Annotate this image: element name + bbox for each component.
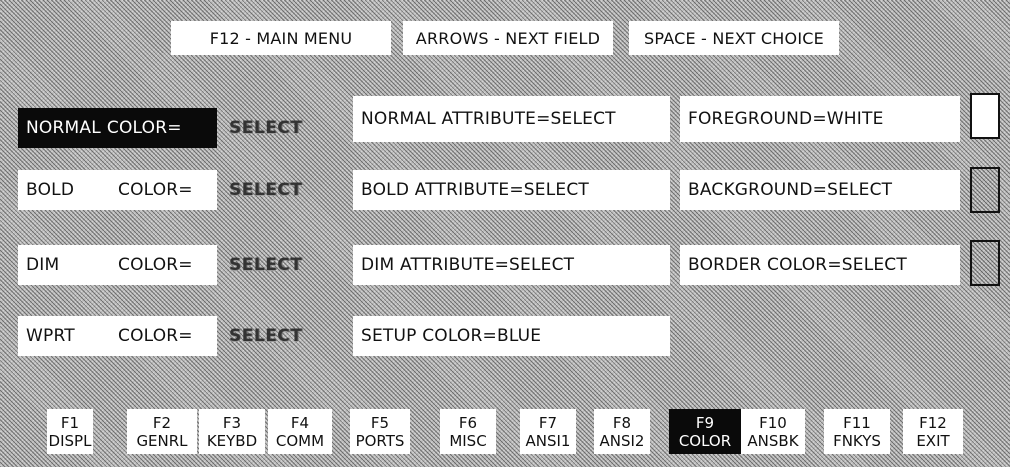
- f6-key-name: F6: [458, 413, 478, 432]
- f8-key-name: F8: [612, 413, 632, 432]
- setup-color-field[interactable]: SETUP COLOR=BLUE: [353, 316, 670, 356]
- f5-ports-key[interactable]: F5 PORTS: [350, 409, 410, 454]
- bold-color-name: BOLD: [26, 180, 75, 200]
- bold-color-value[interactable]: SELECT: [229, 170, 302, 210]
- f11-key-label: FNKYS: [833, 431, 881, 450]
- f10-key-label: ANSBK: [747, 431, 799, 450]
- f1-displ-key[interactable]: F1 DISPL: [47, 409, 93, 454]
- f4-comm-key[interactable]: F4 COMM: [268, 409, 332, 454]
- next-choice-hint: SPACE - NEXT CHOICE: [629, 21, 839, 55]
- wprt-color-field[interactable]: WPRT COLOR=: [18, 316, 217, 356]
- normal-color-field[interactable]: NORMAL COLOR=: [18, 108, 217, 148]
- bold-color-field[interactable]: BOLD COLOR=: [18, 170, 217, 210]
- foreground-field[interactable]: FOREGROUND=WHITE: [680, 96, 960, 142]
- normal-color-value[interactable]: SELECT: [229, 108, 302, 148]
- f3-key-name: F3: [222, 413, 242, 432]
- f10-ansbk-key[interactable]: F10 ANSBK: [741, 409, 805, 454]
- f9-key-name: F9: [695, 413, 715, 432]
- f8-key-label: ANSI2: [599, 431, 645, 450]
- dim-color-name: DIM: [26, 255, 60, 275]
- wprt-color-value[interactable]: SELECT: [229, 316, 302, 356]
- color-setup-screen: F12 - MAIN MENU ARROWS - NEXT FIELD SPAC…: [0, 0, 1010, 467]
- wprt-color-name: WPRT: [26, 326, 75, 346]
- f5-key-name: F5: [370, 413, 390, 432]
- f5-key-label: PORTS: [355, 431, 405, 450]
- dim-color-value[interactable]: SELECT: [229, 245, 302, 285]
- normal-attribute-field[interactable]: NORMAL ATTRIBUTE=SELECT: [353, 96, 670, 142]
- dim-color-label: COLOR=: [118, 255, 193, 275]
- f7-key-name: F7: [538, 413, 558, 432]
- f2-key-label: GENRL: [136, 431, 188, 450]
- f4-key-label: COMM: [275, 431, 325, 450]
- f12-exit-key[interactable]: F12 EXIT: [903, 409, 963, 454]
- f1-key-name: F1: [60, 413, 80, 432]
- f6-key-label: MISC: [449, 431, 487, 450]
- f4-key-name: F4: [290, 413, 310, 432]
- f1-key-label: DISPL: [48, 431, 92, 450]
- normal-color-label: COLOR=: [106, 118, 182, 138]
- f9-key-label: COLOR: [678, 431, 732, 450]
- f2-key-name: F2: [152, 413, 172, 432]
- wprt-color-label: COLOR=: [118, 326, 193, 346]
- f10-key-name: F10: [759, 413, 787, 432]
- background-field[interactable]: BACKGROUND=SELECT: [680, 170, 960, 210]
- f12-key-label: EXIT: [916, 431, 950, 450]
- background-swatch: [970, 167, 1000, 213]
- main-menu-hint[interactable]: F12 - MAIN MENU: [171, 21, 391, 55]
- bold-attribute-field[interactable]: BOLD ATTRIBUTE=SELECT: [353, 170, 670, 210]
- border-color-swatch: [970, 240, 1000, 286]
- dim-color-field[interactable]: DIM COLOR=: [18, 245, 217, 285]
- normal-color-name: NORMAL: [26, 118, 101, 138]
- f3-key-label: KEYBD: [206, 431, 258, 450]
- f11-key-name: F11: [843, 413, 871, 432]
- next-field-hint: ARROWS - NEXT FIELD: [403, 21, 613, 55]
- f8-ansi2-key[interactable]: F8 ANSI2: [594, 409, 650, 454]
- dim-attribute-field[interactable]: DIM ATTRIBUTE=SELECT: [353, 245, 670, 285]
- f2-genrl-key[interactable]: F2 GENRL: [127, 409, 197, 454]
- f7-key-label: ANSI1: [525, 431, 571, 450]
- f3-keybd-key[interactable]: F3 KEYBD: [199, 409, 265, 454]
- f12-key-name: F12: [919, 413, 947, 432]
- border-color-field[interactable]: BORDER COLOR=SELECT: [680, 245, 960, 285]
- f6-misc-key[interactable]: F6 MISC: [440, 409, 496, 454]
- f11-fnkys-key[interactable]: F11 FNKYS: [824, 409, 890, 454]
- foreground-swatch: [970, 93, 1000, 139]
- bold-color-label: COLOR=: [118, 180, 193, 200]
- f7-ansi1-key[interactable]: F7 ANSI1: [520, 409, 576, 454]
- f9-color-key[interactable]: F9 COLOR: [669, 409, 741, 454]
